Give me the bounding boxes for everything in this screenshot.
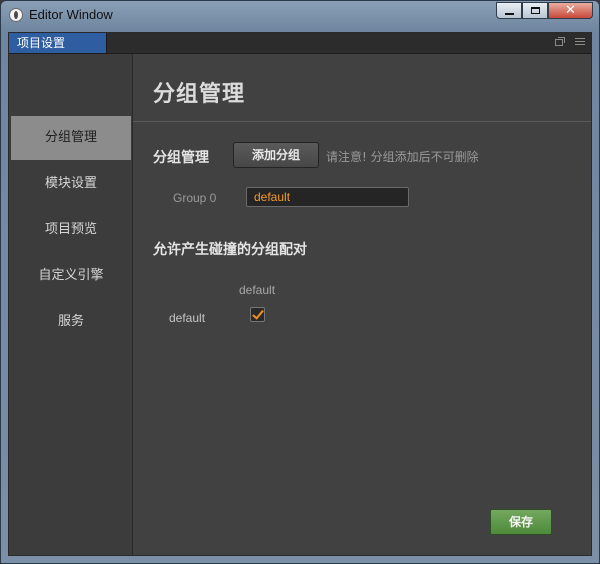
tab-tools [555,36,585,48]
collision-column-header: default [239,283,276,297]
page-title: 分组管理 [153,82,246,107]
editor-window: Editor Window ✕ 项目设置 分组管理 模块设置 项目预览 自定义引… [0,0,600,564]
sidebar-item-project-preview[interactable]: 项目预览 [11,208,131,252]
app-icon [9,8,23,22]
collision-checkbox[interactable] [250,307,265,322]
menu-icon[interactable] [575,36,585,48]
title-bar[interactable]: Editor Window ✕ [1,1,599,31]
add-group-button[interactable]: 添加分组 [233,142,319,168]
minimize-button[interactable] [496,2,522,19]
sidebar-item-services[interactable]: 服务 [11,300,131,344]
client-area: 项目设置 分组管理 模块设置 项目预览 自定义引擎 服务 分组管理 分组管理 添… [8,32,592,556]
restore-icon[interactable] [555,36,565,48]
maximize-icon [530,7,540,14]
sidebar-item-group-management[interactable]: 分组管理 [11,116,131,160]
sidebar-item-module-settings[interactable]: 模块设置 [11,162,131,206]
tab-strip: 项目设置 [9,33,591,54]
group-note: 请注意! 分组添加后不可删除 [326,150,479,164]
divider [133,121,591,122]
group-0-name-input[interactable]: default [246,187,409,207]
window-controls: ✕ [496,2,593,19]
minimize-icon [504,12,514,15]
sidebar: 分组管理 模块设置 项目预览 自定义引擎 服务 [9,54,133,555]
sidebar-item-custom-engine[interactable]: 自定义引擎 [11,254,131,298]
save-button[interactable]: 保存 [490,509,552,535]
collision-section-title: 允许产生碰撞的分组配对 [153,242,307,258]
close-icon: ✕ [565,3,576,18]
main-panel: 分组管理 分组管理 添加分组 请注意! 分组添加后不可删除 Group 0 de… [133,54,591,555]
collision-row-label: default [169,311,206,325]
group-section-label: 分组管理 [153,150,209,166]
close-button[interactable]: ✕ [548,2,593,19]
tab-project-settings[interactable]: 项目设置 [9,33,107,53]
window-title: Editor Window [29,7,113,22]
maximize-button[interactable] [522,2,548,19]
group-0-label: Group 0 [173,191,217,205]
